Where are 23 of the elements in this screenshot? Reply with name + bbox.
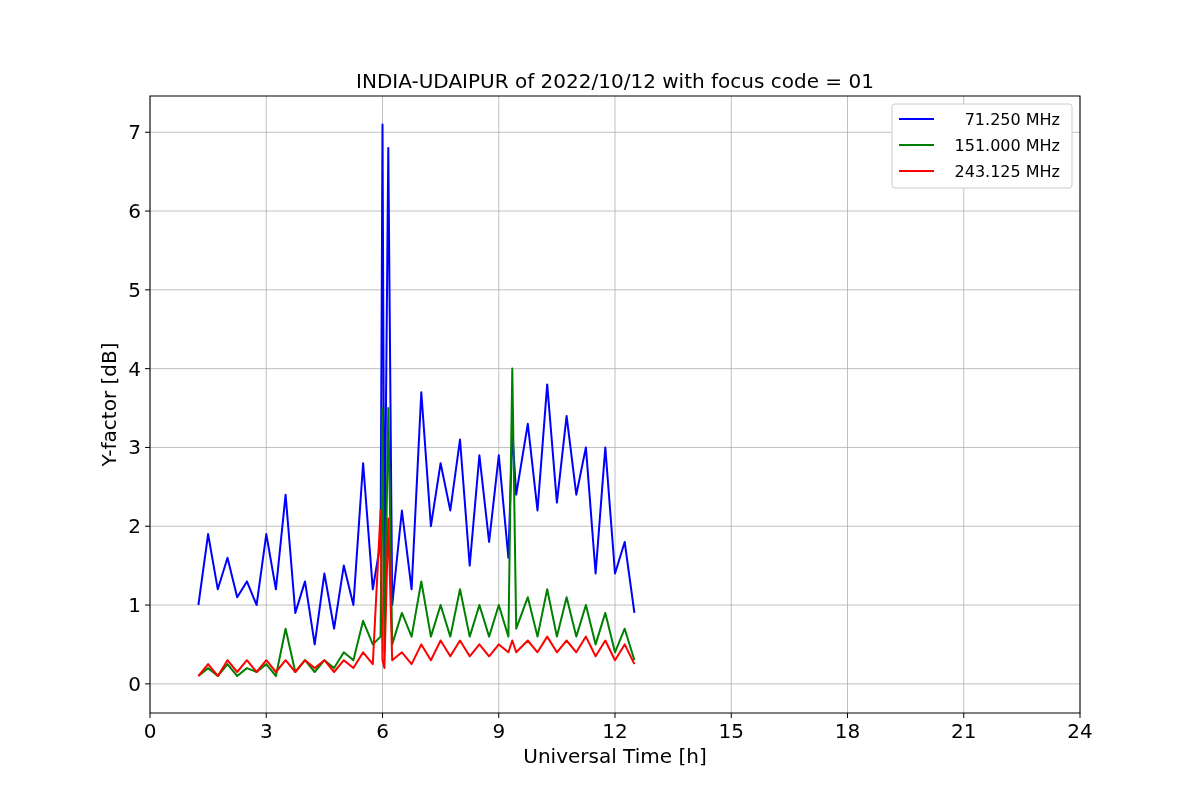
x-tick-label: 18 [834, 719, 861, 743]
x-axis-label: Universal Time [h] [523, 744, 707, 768]
x-tick-label: 3 [259, 719, 273, 743]
x-tick-label: 21 [951, 719, 977, 743]
x-tick-label: 15 [718, 719, 744, 743]
x-tick-label: 9 [492, 719, 506, 743]
x-tick-label: 0 [143, 719, 157, 743]
x-tick-label: 12 [602, 719, 628, 743]
legend-label: 151.000 MHz [954, 136, 1060, 155]
legend-label: 71.250 MHz [964, 110, 1060, 129]
y-tick-label: 4 [128, 356, 141, 381]
y-tick-label: 7 [128, 120, 141, 145]
y-tick-label: 6 [128, 199, 141, 224]
y-tick-label: 0 [128, 671, 141, 696]
x-tick-label: 24 [1067, 719, 1093, 743]
y-tick-label: 5 [128, 277, 141, 302]
x-tick-label: 6 [376, 719, 389, 743]
y-tick-label: 2 [128, 514, 141, 539]
chart-title: INDIA-UDAIPUR of 2022/10/12 with focus code = 01 [356, 69, 874, 93]
y-axis-label: Y-factor [dB] [97, 342, 121, 467]
y-tick-label: 3 [128, 435, 141, 460]
legend-label: 243.125 MHz [954, 162, 1060, 181]
y-tick-label: 1 [128, 593, 141, 618]
